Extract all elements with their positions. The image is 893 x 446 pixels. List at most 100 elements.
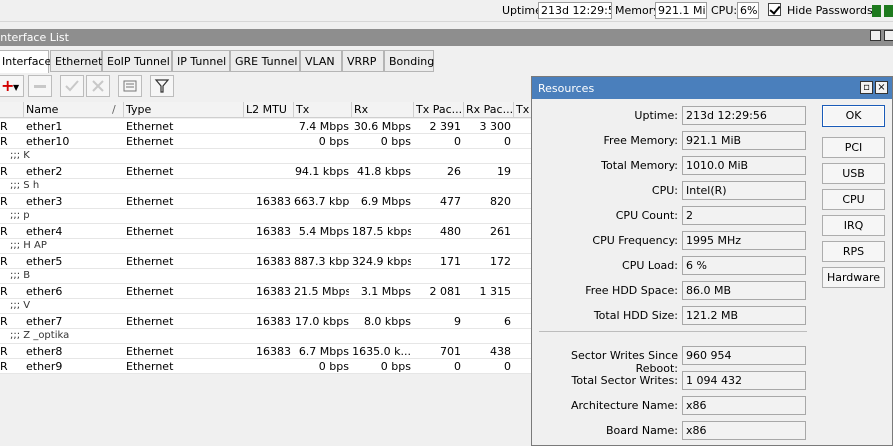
column-header-l2mtu[interactable]: L2 MTU	[244, 102, 294, 118]
cpu-button[interactable]: CPU	[822, 189, 885, 210]
usb-button[interactable]: USB	[822, 163, 885, 184]
column-header-name[interactable]: Name /	[24, 102, 124, 118]
close-icon[interactable]	[884, 30, 893, 41]
add-button[interactable]: + ▼	[0, 75, 24, 97]
close-icon[interactable]: ×	[875, 81, 888, 94]
table-row[interactable]: Rether7 Ethernet 16383 17.0 kbps 8.0 kbps 9 6	[0, 314, 532, 329]
row-comment: ;;; H AP	[10, 240, 47, 251]
resource-value: x86	[682, 396, 806, 415]
filter-button[interactable]	[150, 75, 174, 97]
column-header-tx-packets[interactable]: Tx Pac...	[414, 102, 464, 118]
cross-icon	[92, 80, 104, 92]
cell-type: Ethernet	[126, 360, 174, 373]
table-row[interactable]: Rether6 Ethernet 16383 21.5 Mbps 3.1 Mbps 2 0…	[0, 284, 532, 299]
tab-gre-tunnel[interactable]: GRE Tunnel	[230, 50, 300, 72]
resource-label: Total HDD Size:	[593, 309, 678, 322]
irq-button[interactable]: IRQ	[822, 215, 885, 236]
resource-label: CPU Frequency:	[592, 234, 678, 247]
cell-name: ether2	[26, 165, 63, 178]
row-comment: ;;; S h	[10, 180, 40, 191]
resource-value: 1010.0 MiB	[682, 156, 806, 175]
interface-toolbar: + ▼	[0, 75, 530, 99]
enable-button[interactable]	[60, 75, 84, 97]
table-row[interactable]: Rether8 Ethernet 16383 6.7 Mbps 1635.0 k... 7…	[0, 344, 532, 359]
cell-rx: 3.1 Mbps	[360, 285, 411, 298]
table-row[interactable]: Rether9 Ethernet 0 bps 0 bps 0 0	[0, 359, 532, 374]
resource-label: Sector Writes Since Reboot:	[571, 349, 678, 375]
table-row[interactable]: Rether5 Ethernet 16383 887.3 kbps 324.9 kbps…	[0, 254, 532, 269]
cell-name: ether10	[26, 135, 70, 148]
comment-row[interactable]: ;;; V	[0, 299, 532, 314]
column-header-rx[interactable]: Rx	[352, 102, 414, 118]
pci-button[interactable]: PCI	[822, 137, 885, 158]
disable-button[interactable]	[86, 75, 110, 97]
table-row[interactable]: Rether2 Ethernet 94.1 kbps 41.8 kbps 26 19	[0, 164, 532, 179]
table-row[interactable]: Rether4 Ethernet 16383 5.4 Mbps 187.5 kbps 48…	[0, 224, 532, 239]
hide-passwords-checkbox[interactable]	[768, 3, 781, 16]
cell-rx: 0 bps	[380, 360, 411, 373]
table-row[interactable]: Rether1 Ethernet 7.4 Mbps 30.6 Mbps 2 391 3 3…	[0, 119, 532, 134]
cell-type: Ethernet	[126, 120, 174, 133]
resource-value: 960 954	[682, 346, 806, 365]
resource-label: CPU:	[651, 184, 678, 197]
comment-row[interactable]: ;;; S h	[0, 179, 532, 194]
cell-txp: 477	[440, 195, 461, 208]
column-header-flags[interactable]	[0, 102, 24, 118]
column-header-rx-packets[interactable]: Rx Pac...	[464, 102, 514, 118]
cell-name: ether9	[26, 360, 63, 373]
comment-row[interactable]: ;;; Z _optika	[0, 329, 532, 344]
cell-tx: 94.1 kbps	[294, 165, 349, 178]
tab-bonding[interactable]: Bonding	[384, 50, 434, 72]
comment-icon	[123, 80, 137, 92]
comment-row[interactable]: ;;; H AP	[0, 239, 532, 254]
hardware-button[interactable]: Hardware	[822, 267, 885, 288]
cell-rx: 187.5 kbps	[352, 225, 411, 238]
tab-vlan[interactable]: VLAN	[300, 50, 342, 72]
cell-rxp: 1 315	[479, 285, 512, 298]
cell-type: Ethernet	[126, 165, 174, 178]
cell-mtu: 16383	[256, 345, 291, 358]
tab-interface[interactable]: Interface	[0, 50, 51, 73]
resource-label: Free Memory:	[603, 134, 678, 147]
hide-passwords-label[interactable]: Hide Passwords	[787, 4, 873, 17]
cell-type: Ethernet	[126, 255, 174, 268]
remove-button[interactable]	[28, 75, 52, 97]
column-header-type[interactable]: Type	[124, 102, 244, 118]
tab-ethernet[interactable]: Ethernet	[50, 50, 102, 72]
cell-rx: 6.9 Mbps	[360, 195, 411, 208]
rps-button[interactable]: RPS	[822, 241, 885, 262]
comment-row[interactable]: ;;; p	[0, 209, 532, 224]
column-header-tx-extra[interactable]: Tx	[514, 102, 532, 118]
row-comment: ;;; p	[10, 210, 30, 221]
tab-ip-tunnel[interactable]: IP Tunnel	[172, 50, 230, 72]
table-row[interactable]: Rether3 Ethernet 16383 663.7 kbps 6.9 Mbps 47…	[0, 194, 532, 209]
ok-button[interactable]: OK	[822, 105, 885, 127]
comment-button[interactable]	[118, 75, 142, 97]
cell-flag: R	[0, 225, 8, 238]
cell-rx: 324.9 kbps	[352, 255, 411, 268]
table-row[interactable]: Rether10 Ethernet 0 bps 0 bps 0 0	[0, 134, 532, 149]
cell-name: ether3	[26, 195, 63, 208]
cell-rx: 0 bps	[380, 135, 411, 148]
cell-flag: R	[0, 315, 8, 328]
maximize-icon[interactable]	[870, 30, 881, 41]
cell-tx: 5.4 Mbps	[298, 225, 349, 238]
comment-row[interactable]: ;;; K	[0, 149, 532, 164]
status-indicator-icon	[872, 5, 881, 17]
column-header-tx[interactable]: Tx	[294, 102, 352, 118]
cell-mtu: 16383	[256, 195, 291, 208]
resource-value: 2	[682, 206, 806, 225]
memory-value: 921.1 MiB	[655, 2, 707, 19]
cell-type: Ethernet	[126, 135, 174, 148]
cell-flag: R	[0, 345, 8, 358]
cell-rx: 8.0 kbps	[363, 315, 411, 328]
resource-value: 86.0 MB	[682, 281, 806, 300]
cell-rxp: 0	[504, 135, 511, 148]
comment-row[interactable]: ;;; B	[0, 269, 532, 284]
maximize-icon[interactable]: ▫	[860, 81, 873, 94]
cell-tx: 0 bps	[318, 360, 349, 373]
tab-vrrp[interactable]: VRRP	[342, 50, 384, 72]
cell-txp: 2 081	[429, 285, 462, 298]
cell-tx: 7.4 Mbps	[298, 120, 349, 133]
tab-eoip-tunnel[interactable]: EoIP Tunnel	[102, 50, 172, 72]
